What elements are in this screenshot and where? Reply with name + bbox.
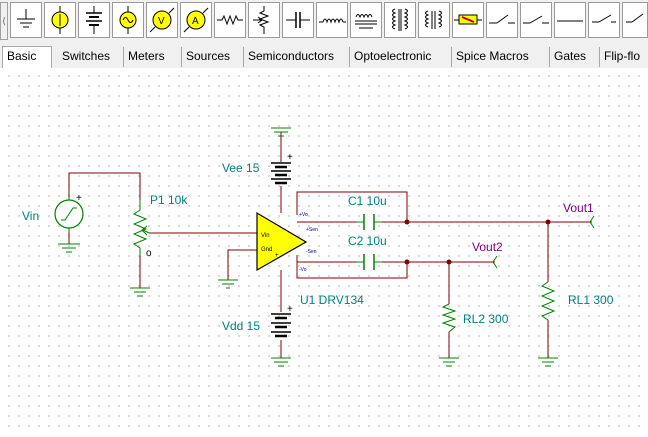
toolbar-button-17[interactable] bbox=[622, 2, 648, 38]
pin-nsen-label: -Sen bbox=[306, 249, 317, 255]
pin-nvo-label: -Vo bbox=[299, 267, 307, 273]
ac-source-button[interactable] bbox=[112, 2, 144, 38]
tab-gates[interactable]: Gates bbox=[550, 47, 600, 67]
component-toolbar: ⟨ V A bbox=[0, 0, 648, 44]
potentiometer-icon bbox=[253, 6, 270, 34]
pin-plus-label: + bbox=[275, 253, 279, 259]
p1-label: P1 10k bbox=[150, 193, 188, 207]
transformer-button[interactable] bbox=[350, 2, 382, 38]
tab-sources[interactable]: Sources bbox=[182, 47, 244, 67]
voltage-source-button[interactable] bbox=[44, 2, 76, 38]
pin-vin-label: Vin bbox=[261, 233, 270, 239]
vin-label: Vin bbox=[22, 209, 39, 223]
vee-plus-sign: + bbox=[287, 152, 293, 163]
relay-button[interactable] bbox=[418, 2, 450, 38]
inductor-button[interactable] bbox=[316, 2, 348, 38]
inductor-icon bbox=[319, 18, 346, 24]
relay-icon bbox=[425, 10, 442, 29]
p1-wiper-marker: o bbox=[146, 248, 152, 259]
switch-button[interactable] bbox=[486, 2, 518, 38]
vin-plus-sign: + bbox=[76, 193, 82, 204]
toolbar-button-16[interactable] bbox=[588, 2, 620, 38]
vin-source[interactable] bbox=[54, 197, 84, 253]
tab-flip-flops[interactable]: Flip-flo bbox=[600, 47, 648, 67]
u1-opamp[interactable]: Vin Gnd + +Vo +Sen -Sen -Vo bbox=[256, 211, 318, 273]
c2-capacitor[interactable] bbox=[356, 254, 382, 270]
toolbar-button-14[interactable] bbox=[520, 2, 552, 38]
switch-icon bbox=[489, 14, 515, 24]
rl2-label: RL2 300 bbox=[463, 312, 509, 326]
tab-spice-macros[interactable]: Spice Macros bbox=[452, 47, 550, 67]
vdd-label: Vdd 15 bbox=[222, 319, 260, 333]
schematic-canvas[interactable]: Vin + P1 10k o Vee 15 + Vdd 15 + Vin Gnd… bbox=[0, 68, 648, 432]
vout2-label: Vout2 bbox=[472, 240, 503, 254]
c1-capacitor[interactable] bbox=[356, 214, 382, 230]
coupled-inductor-button[interactable] bbox=[384, 2, 416, 38]
battery-button[interactable] bbox=[78, 2, 110, 38]
tab-basic[interactable]: Basic bbox=[2, 46, 52, 68]
tab-switches[interactable]: Switches bbox=[58, 47, 124, 67]
pin-psen-label: +Sen bbox=[306, 227, 318, 233]
pushbutton-icon bbox=[523, 15, 549, 24]
schematic-diagram: Vin + P1 10k o Vee 15 + Vdd 15 + Vin Gnd… bbox=[22, 127, 614, 367]
transformer-icon bbox=[355, 14, 377, 29]
c2-label: C2 10u bbox=[348, 234, 387, 248]
tab-semiconductors[interactable]: Semiconductors bbox=[244, 47, 350, 67]
tab-meters[interactable]: Meters bbox=[124, 47, 182, 67]
ammeter-icon: A bbox=[183, 7, 209, 33]
resistor-button[interactable] bbox=[214, 2, 246, 38]
u1-label: U1 DRV134 bbox=[300, 293, 364, 307]
vout1-label: Vout1 bbox=[563, 201, 594, 215]
toolbar-scroll-left-button[interactable]: ⟨ bbox=[0, 2, 8, 40]
voltmeter-button[interactable]: V bbox=[146, 2, 178, 38]
toolbar-button-15[interactable] bbox=[554, 2, 586, 38]
rl1-label: RL1 300 bbox=[568, 293, 614, 307]
component-category-tabs: Basic Switches Meters Sources Semiconduc… bbox=[0, 44, 648, 69]
dc-motor-icon bbox=[557, 20, 583, 22]
capacitor-icon bbox=[286, 12, 310, 28]
ground-icon bbox=[17, 9, 35, 28]
svg-text:V: V bbox=[158, 16, 165, 27]
fuse-icon bbox=[592, 14, 616, 23]
svg-text:A: A bbox=[192, 16, 199, 27]
lamp-icon bbox=[454, 14, 482, 25]
ammeter-button[interactable]: A bbox=[180, 2, 212, 38]
voltage-source-icon bbox=[51, 6, 69, 34]
lamp-button[interactable] bbox=[452, 2, 484, 38]
pin-gnd-label: Gnd bbox=[261, 247, 272, 253]
opamp-ground bbox=[218, 279, 238, 289]
ground-button[interactable] bbox=[10, 2, 42, 38]
capacitor-button[interactable] bbox=[282, 2, 314, 38]
potentiometer-button[interactable] bbox=[248, 2, 280, 38]
voltmeter-icon: V bbox=[149, 7, 175, 33]
c1-label: C1 10u bbox=[348, 194, 387, 208]
coupled-inductor-icon bbox=[392, 8, 408, 31]
pin-pvo-label: +Vo bbox=[299, 212, 308, 218]
ac-source-icon bbox=[119, 6, 137, 34]
battery-icon bbox=[86, 6, 102, 34]
vee-label: Vee 15 bbox=[222, 161, 260, 175]
switch-spdt-icon bbox=[626, 13, 644, 23]
wires bbox=[68, 132, 592, 358]
resistor-icon bbox=[217, 14, 243, 26]
tab-optoelectronic[interactable]: Optoelectronic bbox=[350, 47, 452, 67]
vdd-plus-sign: + bbox=[287, 304, 293, 315]
